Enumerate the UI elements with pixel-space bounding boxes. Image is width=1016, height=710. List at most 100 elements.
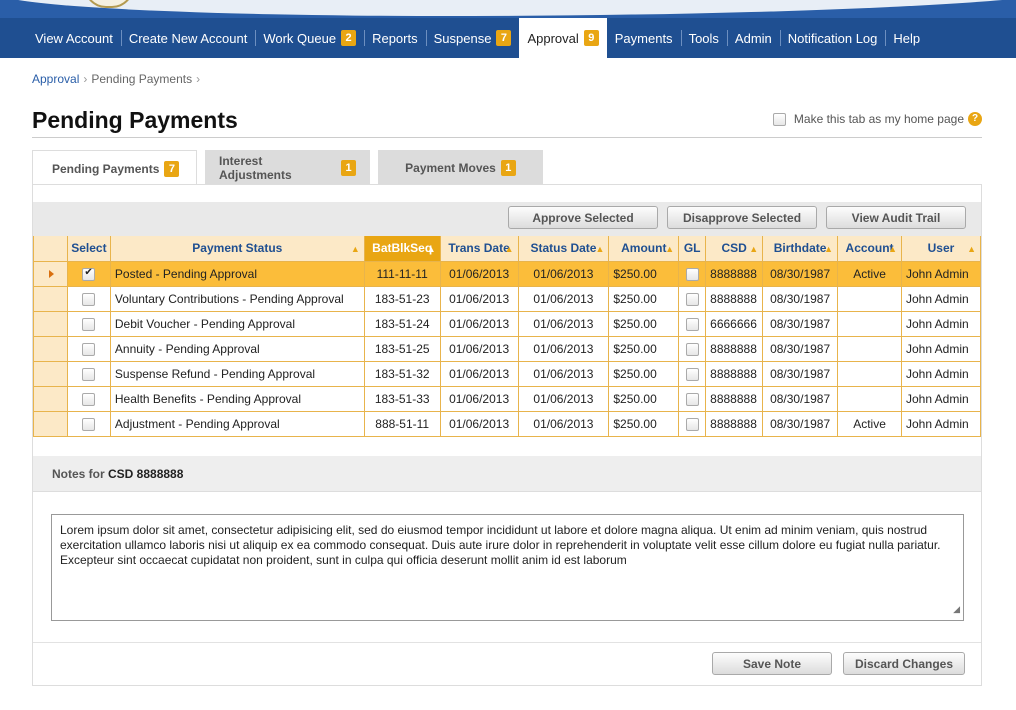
- row-select-checkbox[interactable]: [82, 417, 96, 431]
- table-header-row: Select Payment Status ▲ BatBlkSeq ▲ Trans …: [33, 236, 982, 262]
- nav-admin[interactable]: Admin: [726, 18, 780, 58]
- nav-label: Approval: [527, 30, 579, 46]
- breadcrumb-separator-icon: ›: [83, 72, 88, 86]
- table-row[interactable]: Adjustment - Pending Approval 888-51-11 01…: [33, 410, 982, 437]
- cell-birthdate: 08/30/1987: [762, 410, 839, 437]
- nav-label: Notification Log: [787, 30, 878, 46]
- nav-create-new-account[interactable]: Create New Account: [120, 18, 256, 58]
- notes-divider: [33, 642, 981, 643]
- gl-checkbox[interactable]: [685, 367, 699, 381]
- table-row[interactable]: Health Benefits - Pending Approval 183-51…: [33, 385, 982, 412]
- header-payment-status[interactable]: Payment Status ▲: [109, 236, 365, 262]
- nav-label: Suspense: [433, 30, 492, 46]
- breadcrumb: Approval › Pending Payments ›: [32, 72, 204, 86]
- help-icon[interactable]: ?: [968, 112, 982, 126]
- row-select-checkbox[interactable]: [82, 267, 96, 281]
- header-batblkseq[interactable]: BatBlkSeq ▲: [363, 236, 441, 262]
- cell-batblkseq: 183-51-24: [363, 310, 441, 337]
- header-status-date[interactable]: Status Date ▲: [517, 236, 610, 262]
- table-row[interactable]: Annuity - Pending Approval 183-51-25 01/06…: [33, 335, 982, 362]
- header-label: Birthdate: [773, 241, 827, 256]
- homepage-checkbox[interactable]: [772, 112, 786, 126]
- table-row[interactable]: Voluntary Contributions - Pending Approv…: [33, 285, 982, 312]
- notes-text: Lorem ipsum dolor sit amet, consectetur …: [60, 523, 941, 567]
- nav-view-account[interactable]: View Account: [27, 18, 121, 58]
- cell-trans-date: 01/06/2013: [439, 335, 519, 362]
- row-select-checkbox[interactable]: [82, 342, 96, 356]
- nav-help[interactable]: Help: [885, 18, 928, 58]
- row-select-checkbox[interactable]: [82, 392, 96, 406]
- nav-label: Work Queue: [263, 30, 337, 46]
- nav-notification-log[interactable]: Notification Log: [779, 18, 886, 58]
- row-indicator: [33, 310, 68, 337]
- header-user[interactable]: User ▲: [900, 236, 982, 262]
- discard-changes-button[interactable]: Discard Changes: [843, 652, 965, 675]
- cell-birthdate: 08/30/1987: [762, 360, 839, 387]
- table-row[interactable]: Suspense Refund - Pending Approval 183-51…: [33, 360, 982, 387]
- table-row[interactable]: Debit Voucher - Pending Approval 183-51-2…: [33, 310, 982, 337]
- sort-up-icon: ▲: [504, 244, 514, 254]
- disapprove-selected-button[interactable]: Disapprove Selected: [667, 206, 817, 229]
- cell-csd: 8888888: [705, 360, 764, 387]
- gl-checkbox[interactable]: [685, 417, 699, 431]
- gl-checkbox[interactable]: [685, 392, 699, 406]
- tab-count-badge: 7: [164, 160, 180, 177]
- homepage-label: Make this tab as my home page: [793, 112, 964, 126]
- breadcrumb-approval-link[interactable]: Approval: [32, 72, 79, 86]
- cell-batblkseq: 183-51-32: [363, 360, 441, 387]
- tab-count-badge: 1: [341, 159, 356, 176]
- gl-checkbox[interactable]: [685, 292, 699, 306]
- header-amount[interactable]: Amount ▲: [608, 236, 680, 262]
- cell-trans-date: 01/06/2013: [439, 310, 519, 337]
- gl-cell: [678, 385, 707, 412]
- nav-suspense[interactable]: Suspense 7: [425, 18, 520, 58]
- header-birthdate[interactable]: Birthdate ▲: [762, 236, 839, 262]
- cell-trans-date: 01/06/2013: [439, 410, 519, 437]
- header-csd[interactable]: CSD ▲: [705, 236, 764, 262]
- nav-label: Admin: [734, 30, 772, 46]
- view-audit-trail-button[interactable]: View Audit Trail: [826, 206, 966, 229]
- cell-amount: $250.00: [608, 360, 680, 387]
- cell-csd: 8888888: [705, 335, 764, 362]
- notes-textarea[interactable]: Lorem ipsum dolor sit amet, consectetur …: [51, 514, 964, 621]
- cell-birthdate: 08/30/1987: [762, 335, 839, 362]
- row-select-checkbox[interactable]: [82, 292, 96, 306]
- row-select-checkbox[interactable]: [82, 367, 96, 381]
- row-indicator: [33, 285, 68, 312]
- tab-interest-adjustments[interactable]: Interest Adjustments 1: [205, 150, 370, 185]
- header-account[interactable]: Account ▲: [837, 236, 902, 262]
- nav-tools[interactable]: Tools: [680, 18, 727, 58]
- gl-cell: [678, 360, 707, 387]
- select-cell: [66, 335, 111, 362]
- gl-checkbox[interactable]: [685, 317, 699, 331]
- tab-bar: Pending Payments 7 Interest Adjustments 1 …: [32, 150, 551, 186]
- select-cell: [66, 310, 111, 337]
- tab-pending-payments[interactable]: Pending Payments 7: [32, 150, 197, 186]
- row-select-checkbox[interactable]: [82, 317, 96, 331]
- tab-payment-moves[interactable]: Payment Moves 1: [378, 150, 543, 185]
- nav-work-queue[interactable]: Work Queue 2: [255, 18, 364, 58]
- nav-approval[interactable]: Approval 9: [519, 18, 607, 58]
- nav-payments[interactable]: Payments: [607, 18, 681, 58]
- cell-status-date: 01/06/2013: [517, 385, 610, 412]
- gl-checkbox[interactable]: [685, 342, 699, 356]
- sort-up-icon: ▲: [967, 244, 976, 254]
- approve-selected-button[interactable]: Approve Selected: [508, 206, 658, 229]
- table-row[interactable]: Posted - Pending Approval111-11-1101/06/…: [33, 260, 982, 287]
- gl-checkbox[interactable]: [685, 267, 699, 281]
- select-cell: [66, 260, 111, 287]
- cell-csd: 8888888: [705, 260, 764, 287]
- cell-status-date: 01/06/2013: [517, 360, 610, 387]
- header-trans-date[interactable]: Trans Date ▲: [439, 236, 519, 262]
- sort-up-icon: ▲: [824, 244, 834, 254]
- cell-payment-status: Annuity - Pending Approval: [109, 335, 365, 362]
- nav-reports[interactable]: Reports: [364, 18, 426, 58]
- nav-label: Reports: [372, 30, 418, 46]
- cell-account: [837, 360, 902, 387]
- cell-status-date: 01/06/2013: [517, 310, 610, 337]
- cell-status-date: 01/06/2013: [517, 410, 610, 437]
- save-note-button[interactable]: Save Note: [712, 652, 832, 675]
- cell-payment-status: Adjustment - Pending Approval: [109, 410, 365, 437]
- resize-handle-icon[interactable]: ◢: [953, 602, 960, 617]
- notes-csd: CSD 8888888: [108, 467, 184, 481]
